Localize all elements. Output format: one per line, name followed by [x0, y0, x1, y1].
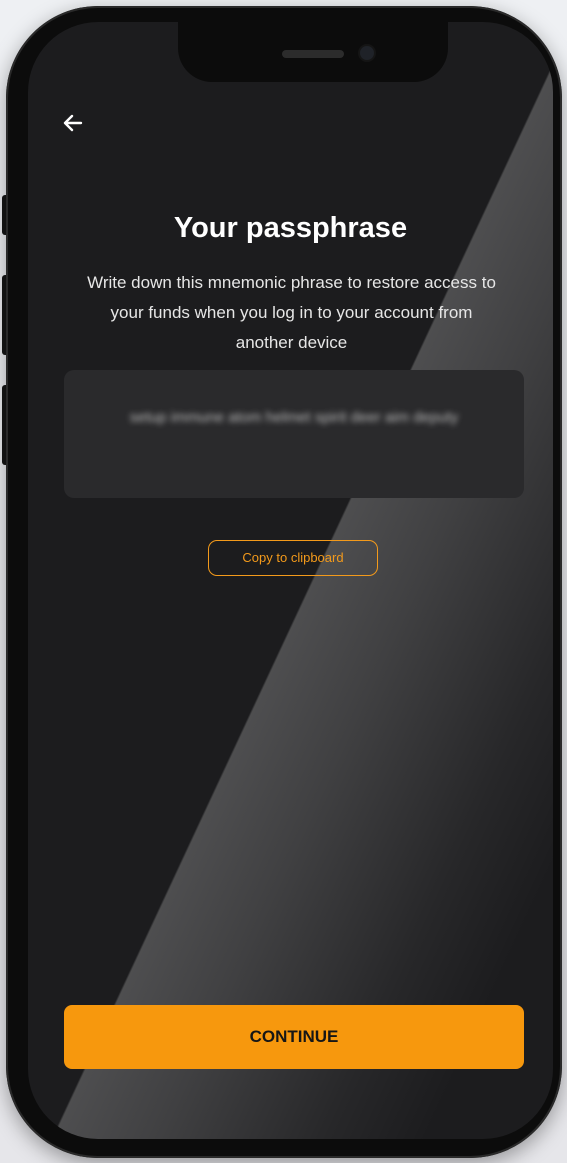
continue-button[interactable]: CONTINUE	[64, 1005, 524, 1069]
notch	[178, 22, 448, 82]
page-title: Your passphrase	[173, 212, 408, 244]
speaker-grille	[282, 50, 344, 58]
copy-to-clipboard-button[interactable]: Copy to clipboard	[208, 540, 378, 576]
passphrase-box: setup immune atom helmet spirit deer aim…	[64, 370, 524, 498]
page-subtitle: Write down this mnemonic phrase to resto…	[87, 273, 496, 352]
app-screen: Your passphrase Write down this mnemonic…	[28, 22, 553, 1139]
front-camera	[360, 46, 374, 60]
screen-glare	[28, 22, 553, 1139]
phone-frame: Your passphrase Write down this mnemonic…	[6, 6, 562, 1158]
passphrase-text: setup immune atom helmet spirit deer aim…	[129, 409, 459, 426]
stage: Your passphrase Write down this mnemonic…	[0, 0, 567, 1163]
arrow-left-icon[interactable]	[58, 108, 88, 138]
